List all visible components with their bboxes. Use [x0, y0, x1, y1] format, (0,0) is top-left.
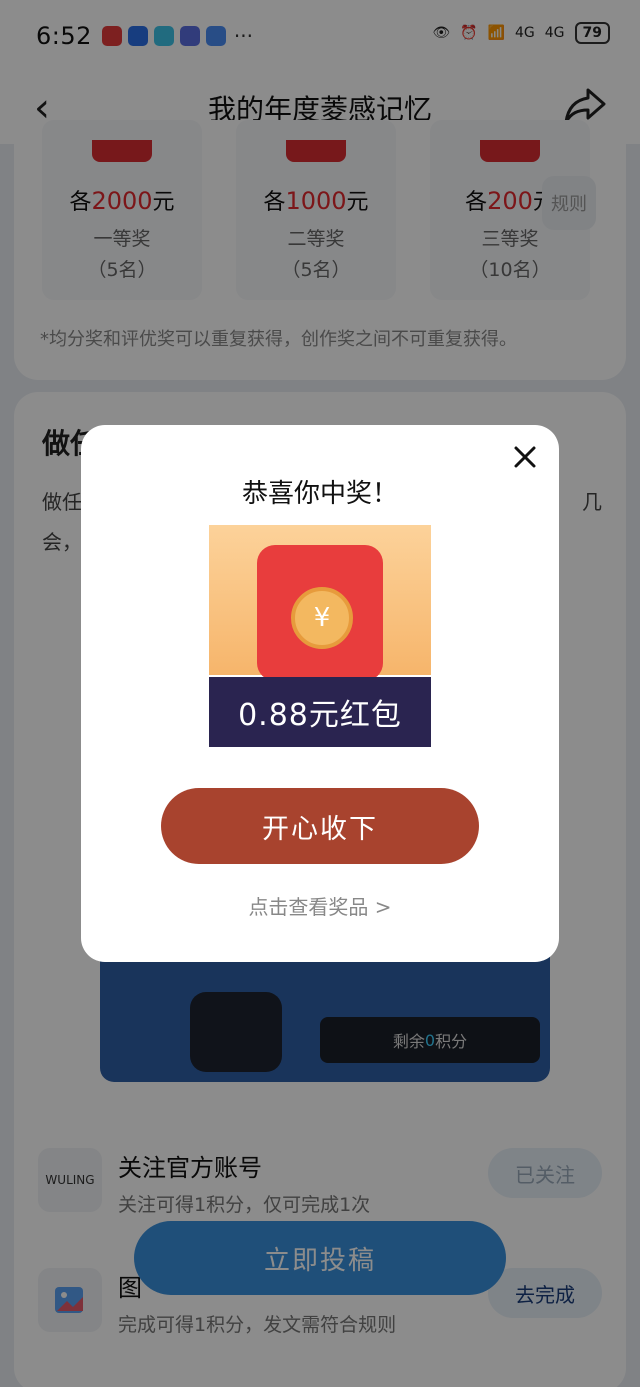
reward-text: 0.88元红包 — [209, 677, 431, 747]
close-icon[interactable] — [513, 445, 537, 469]
modal-title: 恭喜你中奖！ — [241, 479, 398, 509]
prize-modal: 恭喜你中奖！ ¥ 0.88元红包 开心收下 点击查看奖品 > — [81, 425, 559, 962]
red-envelope-image: ¥ 0.88元红包 — [209, 525, 431, 747]
view-prize-link[interactable]: 点击查看奖品 > — [81, 891, 559, 920]
yuan-coin-icon: ¥ — [291, 587, 353, 649]
accept-button[interactable]: 开心收下 — [161, 788, 479, 864]
